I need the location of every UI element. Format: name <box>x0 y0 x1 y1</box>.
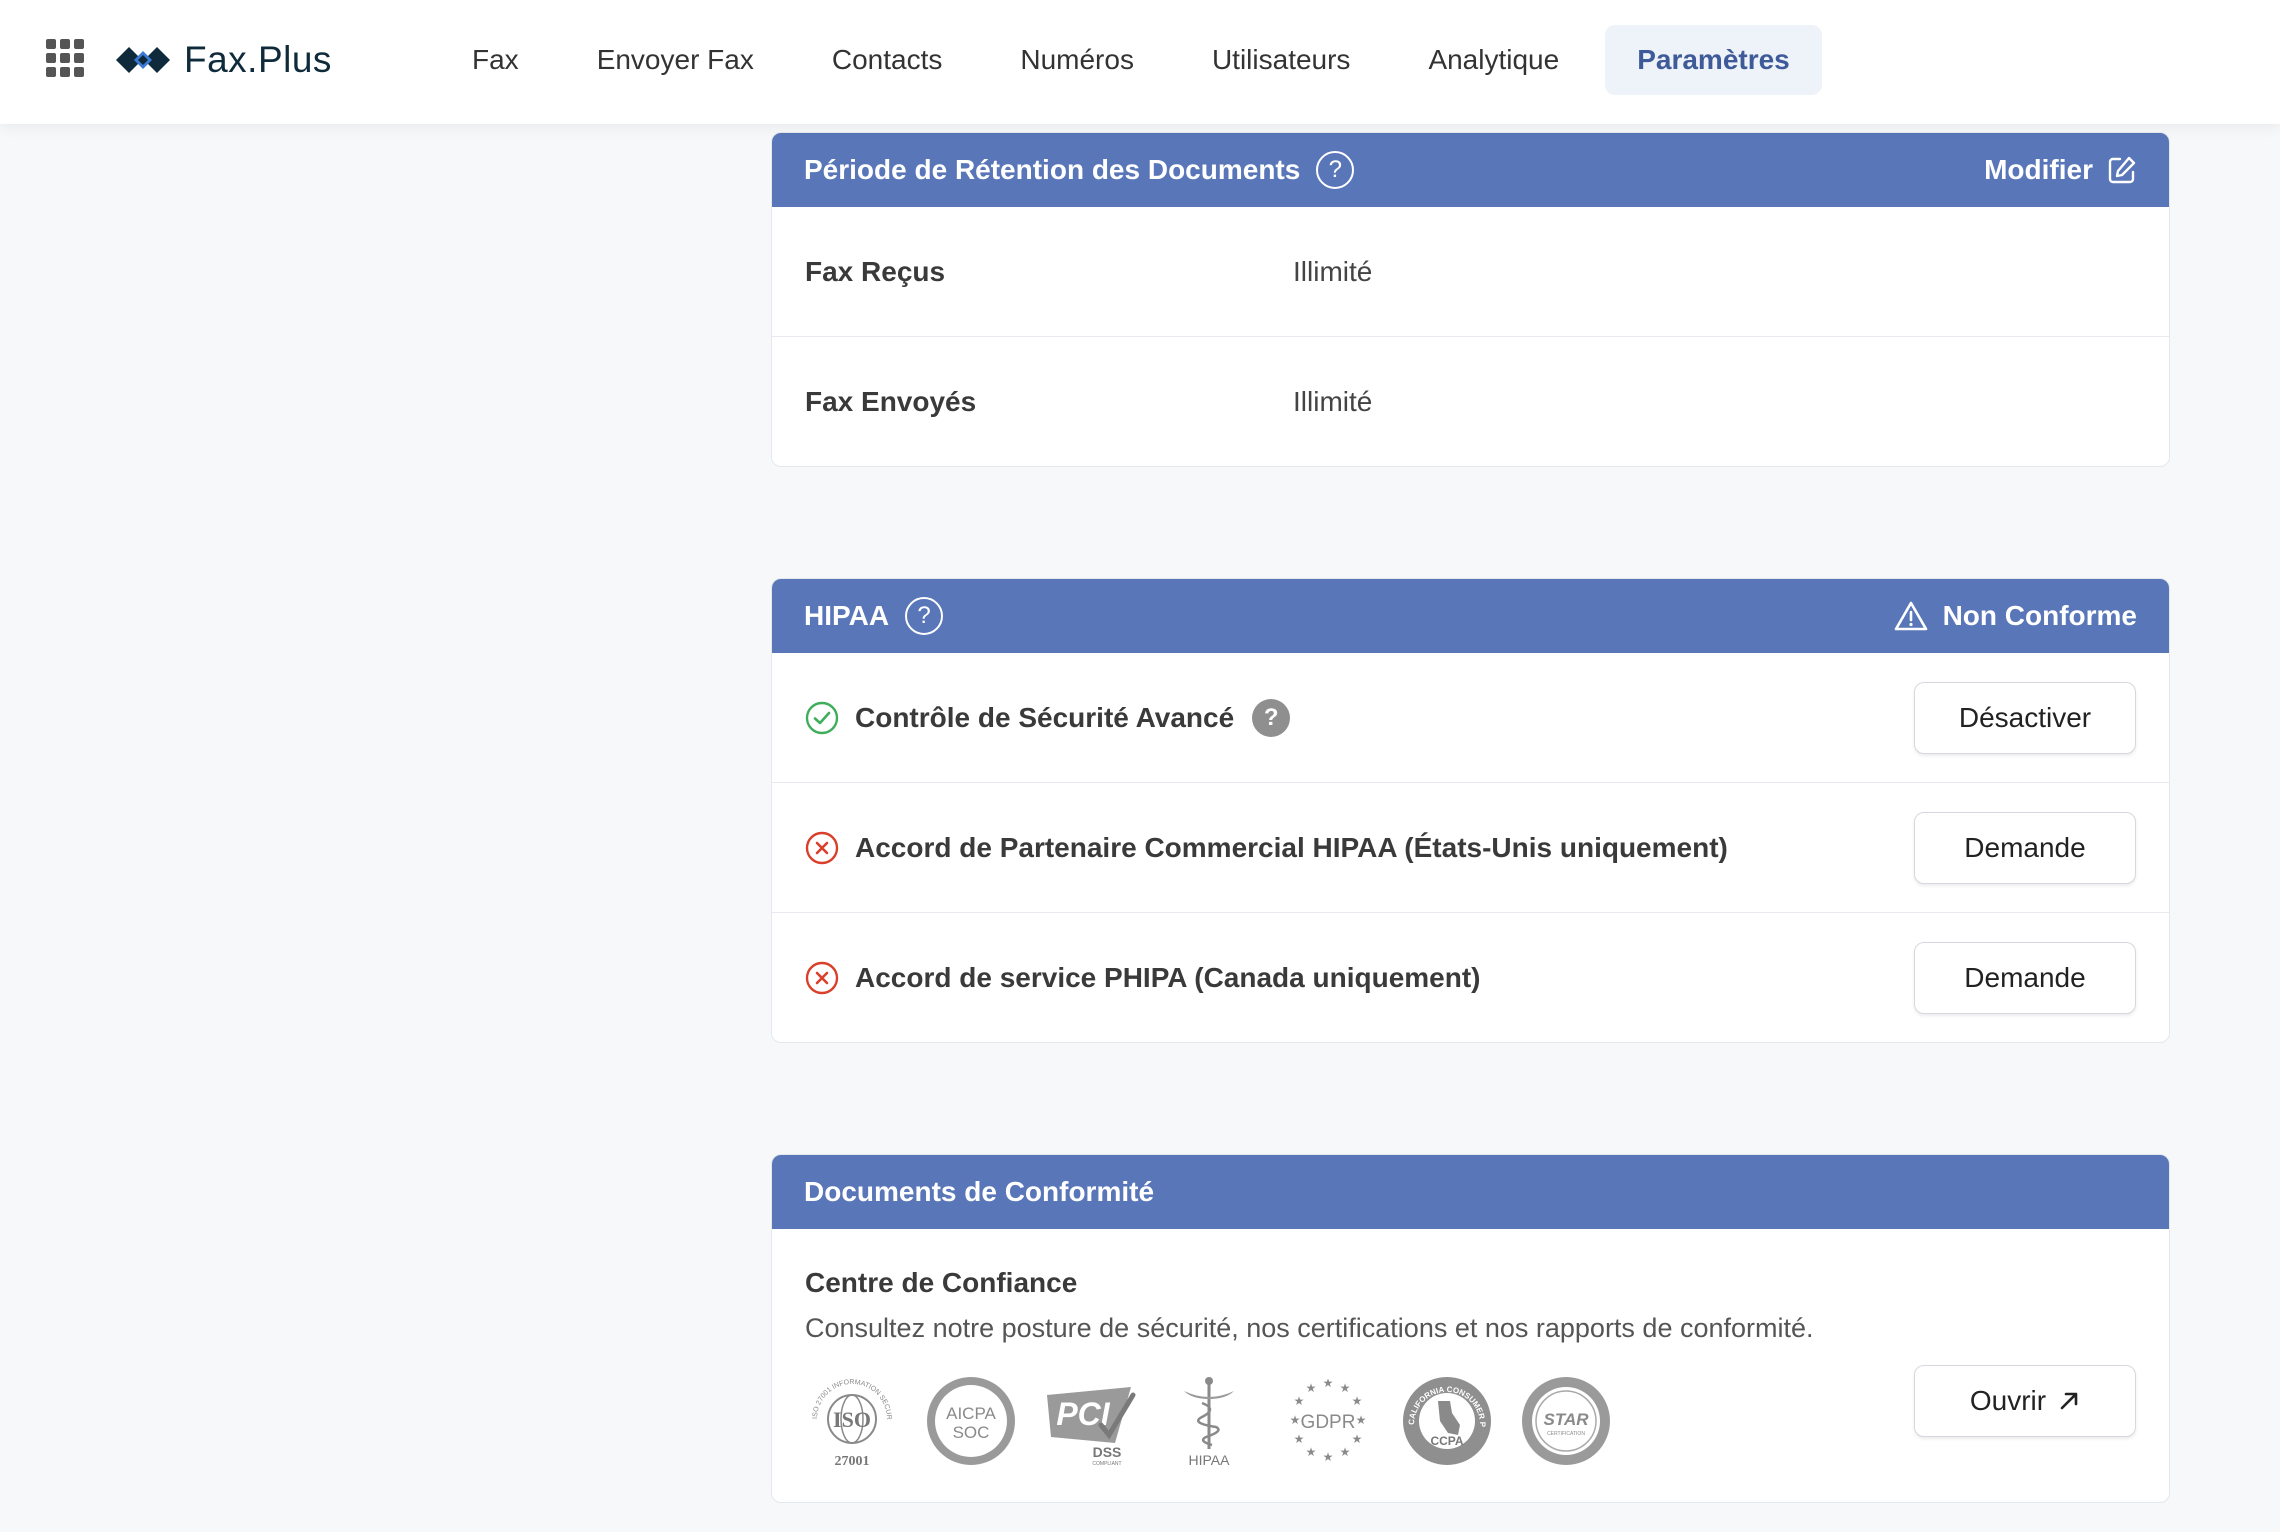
retention-title: Période de Rétention des Documents <box>804 154 1301 185</box>
nav-item-contacts[interactable]: Contacts <box>800 25 975 95</box>
star-label: STAR <box>1543 1410 1589 1429</box>
nav-item-numbers[interactable]: Numéros <box>988 25 1166 95</box>
svg-text:★: ★ <box>1306 1381 1317 1395</box>
status-label: Non Conforme <box>1942 600 2137 631</box>
hipaa-card: HIPAA ? Non Conforme Contrôle de Sécurit… <box>771 578 2170 1043</box>
compliance-status: Non Conforme <box>1893 579 2137 653</box>
row-label: Accord de service PHIPA (Canada uniqueme… <box>855 961 1481 993</box>
soc-line2: SOC <box>953 1423 990 1442</box>
open-label: Ouvrir <box>1969 1385 2047 1416</box>
request-baa-button[interactable]: Demande <box>1914 811 2136 884</box>
error-circle-icon <box>805 961 839 994</box>
retention-header: Période de Rétention des Documents ? Mod… <box>772 133 2169 207</box>
star-sub: CERTIFICATION <box>1547 1431 1585 1437</box>
svg-text:★: ★ <box>1340 1381 1351 1395</box>
help-icon[interactable]: ? <box>1316 151 1355 189</box>
compliance-title: Documents de Conformité <box>804 1176 1155 1207</box>
nav-item-send-fax[interactable]: Envoyer Fax <box>565 25 786 95</box>
hipaa-title: HIPAA <box>804 600 890 631</box>
open-trust-center-button[interactable]: Ouvrir <box>1914 1365 2136 1437</box>
compliance-header: Documents de Conformité <box>772 1155 2169 1229</box>
svg-text:★: ★ <box>1323 1450 1334 1464</box>
fax-plus-logo[interactable]: Fax.Plus <box>114 32 332 88</box>
trust-center-description: Consultez notre posture de sécurité, nos… <box>805 1313 1814 1343</box>
hipaa-row-phipa: Accord de service PHIPA (Canada uniqueme… <box>772 913 2169 1042</box>
row-label: Fax Reçus <box>805 255 946 287</box>
hipaa-row-baa: Accord de Partenaire Commercial HIPAA (É… <box>772 783 2169 913</box>
nav-item-fax[interactable]: Fax <box>440 25 551 95</box>
warning-icon <box>1894 601 1927 631</box>
svg-text:★: ★ <box>1290 1413 1301 1427</box>
main-nav: Fax Envoyer Fax Contacts Numéros Utilisa… <box>440 25 1836 95</box>
apps-grid-icon[interactable] <box>46 39 84 77</box>
logo-mark-icon <box>116 47 170 73</box>
app-name: Fax.Plus <box>184 39 332 80</box>
trust-center-section: Centre de Confiance Consultez notre post… <box>772 1229 2169 1502</box>
certification-badges: ISO 27001 INFORMATION SECURITY ISO 27001… <box>805 1371 1638 1471</box>
nav-item-analytics[interactable]: Analytique <box>1396 25 1591 95</box>
compliance-documents-card: Documents de Conformité Centre de Confia… <box>771 1154 2170 1503</box>
pci-tiny: COMPLIANT <box>1092 1461 1121 1467</box>
aicpa-soc-badge-icon: AICPA SOC <box>924 1371 1018 1471</box>
row-value: Illimité <box>1293 255 1373 287</box>
retention-card: Période de Rétention des Documents ? Mod… <box>771 132 2170 467</box>
top-navigation-bar: Fax.Plus Fax Envoyer Fax Contacts Numéro… <box>0 0 2280 124</box>
help-icon[interactable]: ? <box>905 597 944 635</box>
external-link-arrow-icon <box>2060 1392 2078 1410</box>
csa-star-badge-icon: STAR CERTIFICATION <box>1519 1371 1613 1471</box>
request-phipa-button[interactable]: Demande <box>1914 941 2136 1014</box>
help-icon[interactable]: ? <box>1252 698 1291 737</box>
row-label: Contrôle de Sécurité Avancé <box>855 701 1235 733</box>
svg-text:★: ★ <box>1306 1445 1317 1459</box>
hipaa-row-advanced-security: Contrôle de Sécurité Avancé ? Désactiver <box>772 653 2169 783</box>
retention-row-received: Fax Reçus Illimité <box>772 207 2169 337</box>
svg-text:★: ★ <box>1323 1376 1334 1390</box>
iso-number: 27001 <box>835 1454 870 1469</box>
gdpr-label: GDPR <box>1301 1412 1356 1433</box>
ccpa-label: CCPA <box>1430 1434 1463 1448</box>
row-value: Illimité <box>1293 385 1373 417</box>
svg-text:★: ★ <box>1294 1394 1305 1408</box>
pci-dss-badge-icon: PCI DSS COMPLIANT <box>1043 1371 1137 1471</box>
nav-item-settings[interactable]: Paramètres <box>1605 25 1822 95</box>
ccpa-badge-icon: CALIFORNIA CONSUMER PRIVACY ACT CCPA <box>1400 1371 1494 1471</box>
error-circle-icon <box>805 831 839 864</box>
hipaa-badge-label: HIPAA <box>1189 1452 1231 1468</box>
edit-icon <box>2108 156 2136 184</box>
edit-label: Modifier <box>1984 154 2093 185</box>
svg-text:★: ★ <box>1294 1432 1305 1446</box>
trust-center-title: Centre de Confiance <box>805 1267 1078 1298</box>
row-label: Fax Envoyés <box>805 385 977 417</box>
nav-item-users[interactable]: Utilisateurs <box>1180 25 1382 95</box>
svg-text:★: ★ <box>1352 1432 1363 1446</box>
edit-retention-button[interactable]: Modifier <box>1984 133 2137 207</box>
gdpr-badge-icon: ★ ★ ★ ★ ★ ★ ★ ★ ★ ★ ★ ★ GDPR <box>1281 1371 1375 1471</box>
iso-label: ISO <box>833 1407 871 1432</box>
retention-row-sent: Fax Envoyés Illimité <box>772 337 2169 466</box>
row-label: Accord de Partenaire Commercial HIPAA (É… <box>855 831 1728 863</box>
svg-text:★: ★ <box>1340 1445 1351 1459</box>
svg-text:★: ★ <box>1356 1413 1367 1427</box>
pci-sub: DSS <box>1093 1444 1122 1460</box>
check-circle-icon <box>805 701 839 734</box>
hipaa-badge-icon: HIPAA <box>1162 1371 1256 1471</box>
iso-27001-badge-icon: ISO 27001 INFORMATION SECURITY ISO 27001 <box>805 1371 899 1471</box>
hipaa-header: HIPAA ? Non Conforme <box>772 579 2169 653</box>
svg-text:★: ★ <box>1352 1394 1363 1408</box>
soc-line1: AICPA <box>946 1404 996 1423</box>
disable-button[interactable]: Désactiver <box>1914 681 2136 754</box>
